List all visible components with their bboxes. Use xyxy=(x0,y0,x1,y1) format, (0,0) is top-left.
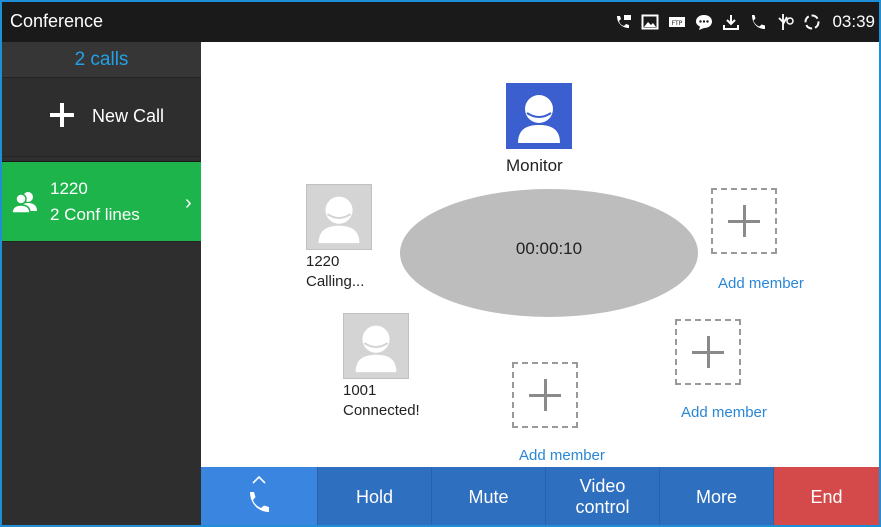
more-button[interactable]: More xyxy=(660,467,774,525)
video-control-button[interactable]: Video control xyxy=(546,467,660,525)
add-member-label[interactable]: Add member xyxy=(519,447,605,464)
chevron-up-icon[interactable] xyxy=(251,469,267,484)
svg-text:FTP: FTP xyxy=(672,20,683,27)
status-icons: FTP 03:39 xyxy=(614,10,875,34)
add-member-button[interactable] xyxy=(711,188,777,254)
video-control-label-line1: Video xyxy=(579,476,626,496)
member-number: 1001 xyxy=(343,382,377,399)
sidebar-divider xyxy=(2,241,201,242)
chat-icon xyxy=(695,13,713,31)
member-avatar[interactable] xyxy=(306,184,372,250)
conference-number: 1220 xyxy=(50,179,88,198)
add-member-label[interactable]: Add member xyxy=(681,404,767,421)
conference-lines: 2 Conf lines xyxy=(50,205,140,224)
member-status: Calling... xyxy=(306,273,365,290)
hold-button[interactable]: Hold xyxy=(318,467,432,525)
status-bar: Conference FTP 03:39 xyxy=(2,2,879,42)
monitor-label: Monitor xyxy=(506,156,563,175)
call-timer: 00:00:10 xyxy=(515,239,583,258)
calls-sidebar: 2 calls New Call 1220 2 Conf lines › xyxy=(2,42,201,525)
download-icon xyxy=(722,13,740,31)
sync-icon xyxy=(803,13,821,31)
chevron-right-icon: › xyxy=(185,192,192,214)
member-avatar[interactable] xyxy=(343,313,409,379)
plus-icon xyxy=(50,103,74,127)
new-call-button[interactable]: New Call xyxy=(2,79,201,157)
conference-area: 00:00:10 Monitor 1220 Calling... 1001 Co… xyxy=(201,42,879,467)
phone-icon xyxy=(749,13,767,31)
usb-icon xyxy=(776,13,795,31)
call-action-bar: Hold Mute Video control More End xyxy=(201,467,879,525)
add-member-button[interactable] xyxy=(512,362,578,428)
sidebar-footer xyxy=(2,467,201,525)
video-control-label-line2: control xyxy=(575,497,630,517)
add-member-button[interactable] xyxy=(675,319,741,385)
calls-count: 2 calls xyxy=(2,42,201,78)
ftp-icon: FTP xyxy=(668,13,686,31)
conference-call-item[interactable]: 1220 2 Conf lines › xyxy=(2,161,201,241)
phone-icon xyxy=(246,489,272,515)
mute-button[interactable]: Mute xyxy=(432,467,546,525)
voicemail-icon xyxy=(614,13,632,31)
app-window: Conference FTP 03:39 2 calls New Call 12… xyxy=(0,0,881,527)
dialpad-button[interactable] xyxy=(201,467,318,525)
clock: 03:39 xyxy=(832,12,875,31)
member-number: 1220 xyxy=(306,253,340,270)
image-icon xyxy=(641,13,659,31)
conference-icon xyxy=(11,190,38,214)
window-title: Conference xyxy=(10,11,104,31)
monitor-avatar[interactable] xyxy=(506,83,572,149)
add-member-label[interactable]: Add member xyxy=(718,275,804,292)
member-status: Connected! xyxy=(343,402,420,419)
new-call-label: New Call xyxy=(92,106,165,126)
end-call-button[interactable]: End xyxy=(774,467,879,525)
